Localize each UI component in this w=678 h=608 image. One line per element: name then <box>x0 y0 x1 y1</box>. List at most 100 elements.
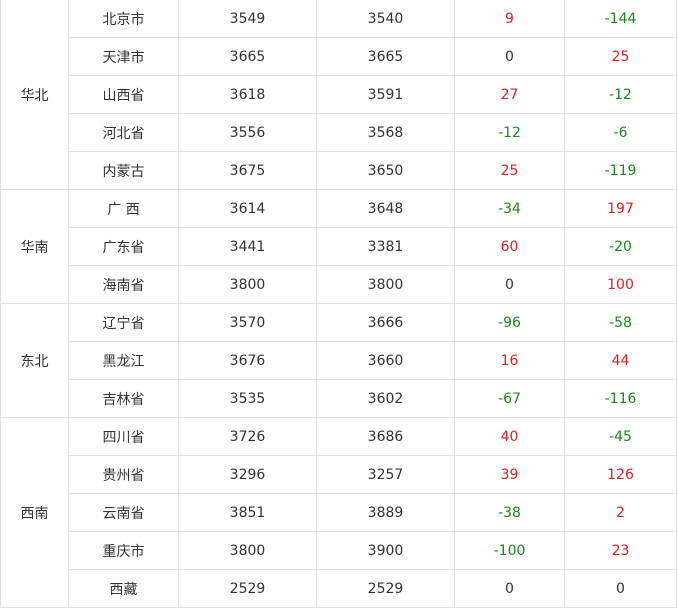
value-cell-1: 3800 <box>178 265 317 304</box>
value-cell-1: 3676 <box>178 341 317 380</box>
value-cell-2: 3889 <box>316 493 455 532</box>
value-cell-1: 2529 <box>178 569 317 608</box>
value-cell-2: 3650 <box>316 151 455 190</box>
value-cell-1: 3675 <box>178 151 317 190</box>
value-cell-1: 3614 <box>178 189 317 228</box>
change-cell-1: 40 <box>454 417 565 456</box>
change-cell-2: 44 <box>564 341 677 380</box>
change-cell-1: -38 <box>454 493 565 532</box>
table-row: 西藏 2529 2529 0 0 <box>1 569 677 608</box>
change-cell-2: 126 <box>564 455 677 494</box>
value-cell-2: 3257 <box>316 455 455 494</box>
change-cell-1: -34 <box>454 189 565 228</box>
province-cell: 广东省 <box>68 227 179 266</box>
change-cell-2: 2 <box>564 493 677 532</box>
table-row: 海南省 3800 3800 0 100 <box>1 265 677 304</box>
province-cell: 西藏 <box>68 569 179 608</box>
change-cell-1: 9 <box>454 0 565 38</box>
value-cell-2: 3900 <box>316 531 455 570</box>
region-cell: 华南 <box>0 189 69 304</box>
change-cell-2: 0 <box>564 569 677 608</box>
province-cell: 广 西 <box>68 189 179 228</box>
province-cell: 贵州省 <box>68 455 179 494</box>
province-cell: 黑龙江 <box>68 341 179 380</box>
table-row: 重庆市 3800 3900 -100 23 <box>1 531 677 570</box>
change-cell-2: 100 <box>564 265 677 304</box>
province-cell: 吉林省 <box>68 379 179 418</box>
table-row: 吉林省 3535 3602 -67 -116 <box>1 379 677 418</box>
value-cell-2: 3568 <box>316 113 455 152</box>
value-cell-1: 3800 <box>178 531 317 570</box>
table-row: 贵州省 3296 3257 39 126 <box>1 455 677 494</box>
change-cell-1: 0 <box>454 265 565 304</box>
value-cell-2: 3686 <box>316 417 455 456</box>
province-cell: 辽宁省 <box>68 303 179 342</box>
change-cell-2: 23 <box>564 531 677 570</box>
change-cell-2: 25 <box>564 37 677 76</box>
province-cell: 河北省 <box>68 113 179 152</box>
province-cell: 云南省 <box>68 493 179 532</box>
change-cell-1: 39 <box>454 455 565 494</box>
value-cell-1: 3618 <box>178 75 317 114</box>
value-cell-1: 3726 <box>178 417 317 456</box>
change-cell-2: -119 <box>564 151 677 190</box>
change-cell-1: 25 <box>454 151 565 190</box>
change-cell-1: 27 <box>454 75 565 114</box>
value-cell-1: 3535 <box>178 379 317 418</box>
value-cell-1: 3570 <box>178 303 317 342</box>
change-cell-1: -96 <box>454 303 565 342</box>
change-cell-1: 16 <box>454 341 565 380</box>
change-cell-2: -45 <box>564 417 677 456</box>
value-cell-2: 3648 <box>316 189 455 228</box>
province-cell: 重庆市 <box>68 531 179 570</box>
value-cell-1: 3441 <box>178 227 317 266</box>
table-row: 华北 北京市 3549 3540 9 -144 <box>0 0 677 190</box>
table-row: 河北省 3556 3568 -12 -6 <box>1 113 677 152</box>
province-cell: 内蒙古 <box>68 151 179 190</box>
value-cell-2: 2529 <box>316 569 455 608</box>
value-cell-2: 3540 <box>316 0 455 38</box>
value-cell-2: 3602 <box>316 379 455 418</box>
table-row: 云南省 3851 3889 -38 2 <box>1 493 677 532</box>
change-cell-2: -6 <box>564 113 677 152</box>
change-cell-1: 0 <box>454 37 565 76</box>
value-cell-1: 3665 <box>178 37 317 76</box>
change-cell-1: -12 <box>454 113 565 152</box>
change-cell-1: 60 <box>454 227 565 266</box>
change-cell-1: -67 <box>454 379 565 418</box>
price-table-body: 华北 北京市 3549 3540 9 -144 天津市 3665 3665 0 25 山西省 3618 3… <box>0 0 677 608</box>
table-row: 内蒙古 3675 3650 25 -119 <box>1 151 677 190</box>
region-cell: 华北 <box>0 0 69 190</box>
value-cell-1: 3296 <box>178 455 317 494</box>
value-cell-2: 3660 <box>316 341 455 380</box>
change-cell-2: -58 <box>564 303 677 342</box>
table-row: 山西省 3618 3591 27 -12 <box>1 75 677 114</box>
table-row: 广东省 3441 3381 60 -20 <box>1 227 677 266</box>
table-row: 华南广 西 3614 3648 -34 197 <box>0 189 677 304</box>
table-row: 西南 四川省 3726 3686 40 -45 <box>0 417 677 608</box>
change-cell-2: -144 <box>564 0 677 38</box>
change-cell-1: -100 <box>454 531 565 570</box>
change-cell-2: -20 <box>564 227 677 266</box>
value-cell-2: 3666 <box>316 303 455 342</box>
region-cell: 东北 <box>0 303 69 418</box>
table-row: 天津市 3665 3665 0 25 <box>1 37 677 76</box>
table-row: 东北 辽宁省 3570 3666 -96 -58 <box>0 303 677 418</box>
change-cell-2: 197 <box>564 189 677 228</box>
price-table: 华北 北京市 3549 3540 9 -144 天津市 3665 3665 0 25 山西省 3618 3… <box>0 0 677 608</box>
province-cell: 海南省 <box>68 265 179 304</box>
value-cell-2: 3381 <box>316 227 455 266</box>
value-cell-2: 3591 <box>316 75 455 114</box>
value-cell-1: 3549 <box>178 0 317 38</box>
region-cell: 西南 <box>0 417 69 608</box>
province-cell: 北京市 <box>68 0 179 38</box>
province-cell: 天津市 <box>68 37 179 76</box>
value-cell-1: 3556 <box>178 113 317 152</box>
province-cell: 山西省 <box>68 75 179 114</box>
value-cell-1: 3851 <box>178 493 317 532</box>
change-cell-2: -12 <box>564 75 677 114</box>
province-cell: 四川省 <box>68 417 179 456</box>
change-cell-1: 0 <box>454 569 565 608</box>
change-cell-2: -116 <box>564 379 677 418</box>
value-cell-2: 3800 <box>316 265 455 304</box>
